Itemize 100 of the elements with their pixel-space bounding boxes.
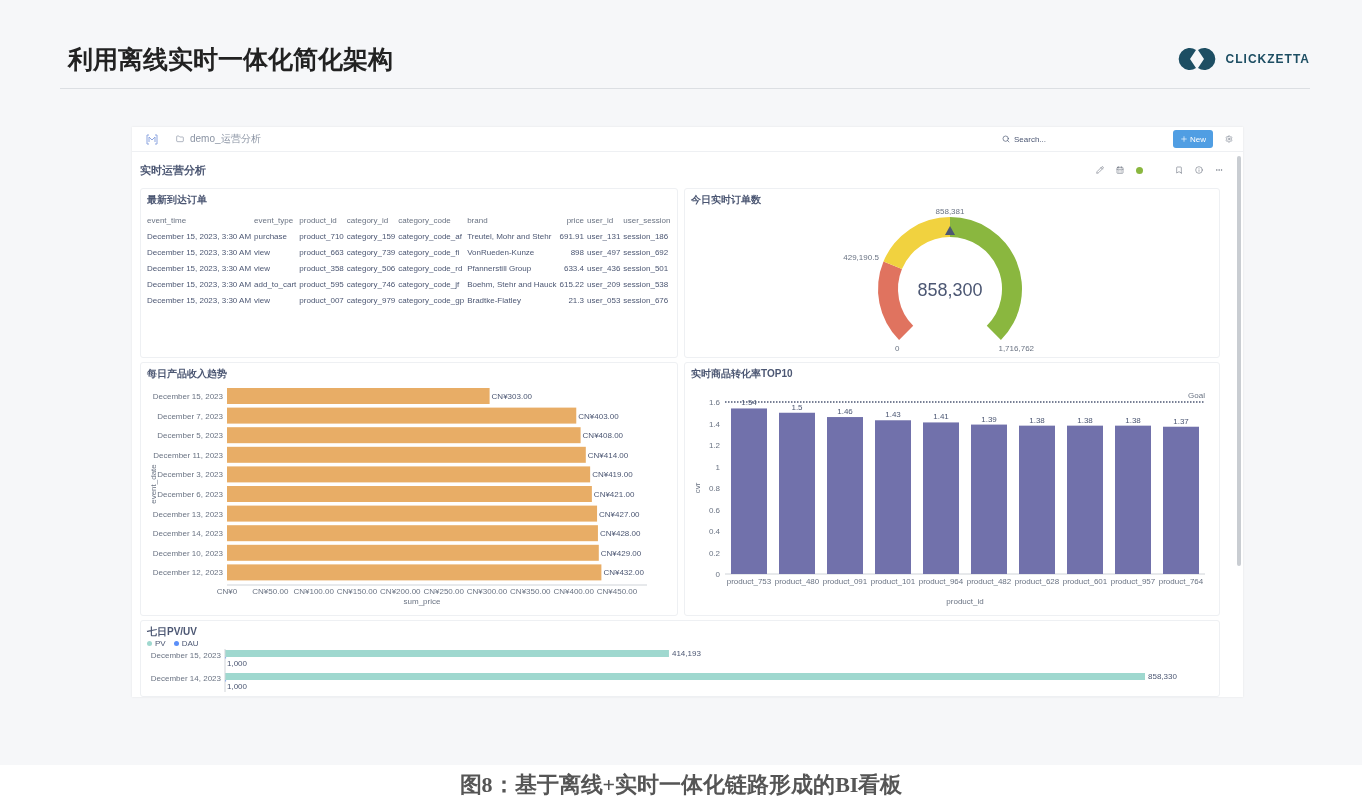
tick-label: 0.2 [708, 548, 720, 558]
tick-label: 1.2 [708, 441, 720, 450]
value-label: 1.5 [791, 402, 803, 412]
legend-label[interactable]: DAU [181, 639, 199, 648]
category-label: December 6, 2023 [157, 490, 223, 499]
table-cell-text: Bradtke-Flatley [467, 294, 522, 307]
tick-label: CN¥350.00 [510, 587, 551, 596]
gauge-tick-label: 1,716,762 [998, 344, 1035, 353]
table-cell: category_code_jf [398, 276, 468, 292]
legend-label[interactable]: PV [155, 639, 166, 648]
gauge-tick-label: 858,381 [935, 207, 965, 216]
column-header[interactable]: event_time [147, 212, 255, 228]
table-cell: Treutel, Mohr and Stehr [467, 228, 560, 244]
bookmark-icon[interactable] [1175, 166, 1183, 174]
tick-label: 1.6 [708, 398, 720, 407]
info-icon[interactable] [1195, 166, 1203, 174]
value-label: 1.39 [981, 414, 997, 424]
table-cell: 21.3 [559, 292, 587, 308]
column-header[interactable]: event_type [254, 212, 300, 228]
column-header[interactable]: price [559, 212, 587, 228]
table-cell: category_code_gp [398, 292, 468, 308]
category-label: product_753 [726, 577, 772, 586]
table-cell: user_436 [587, 260, 624, 276]
value-label: 1.38 [1125, 415, 1141, 425]
column-header[interactable]: brand [467, 212, 560, 228]
value-label: CN¥421.00 [593, 490, 635, 499]
calendar-icon[interactable] [1116, 166, 1124, 174]
value-label: 858,330 [1148, 672, 1177, 681]
column-header[interactable]: category_id [346, 212, 399, 228]
search-field[interactable]: Search... [1014, 134, 1154, 144]
value-label: 1,000 [227, 682, 248, 691]
value-label: 1.38 [1077, 415, 1093, 425]
goal-label: Goal [1188, 391, 1205, 400]
table-cell: product_663 [299, 244, 347, 260]
card-title: 七日PV/UV [147, 625, 198, 639]
table-cell: 691.91 [559, 228, 587, 244]
category-label: December 14, 2023 [150, 674, 221, 683]
column-header[interactable]: user_session [623, 212, 674, 228]
breadcrumb-link[interactable]: demo_运营分析 [190, 132, 261, 146]
tick-label: CN¥0 [216, 587, 238, 596]
value-label: 1,000 [227, 659, 248, 668]
tick-label: CN¥200.00 [380, 587, 421, 596]
table-cell: Boehm, Stehr and Hauck [467, 276, 560, 292]
table-cell: 898 [559, 244, 587, 260]
table-cell: category_979 [346, 292, 399, 308]
category-label: December 7, 2023 [157, 411, 223, 421]
new-button[interactable]: New [1173, 130, 1213, 148]
gauge-value: 858,300 [917, 280, 983, 300]
gauge-tick-label: 0 [895, 344, 900, 353]
table-cell-text: Pfannerstill Group [467, 262, 533, 275]
table-cell: product_358 [299, 260, 347, 276]
column-header[interactable]: user_id [587, 212, 624, 228]
search-icon [1002, 135, 1010, 143]
table-cell: December 15, 2023, 3:30 AM [147, 292, 255, 308]
category-label: December 5, 2023 [157, 431, 223, 441]
category-label: product_628 [1014, 577, 1060, 586]
category-label: December 12, 2023 [152, 568, 223, 578]
tick-label: 0.4 [708, 527, 720, 536]
column-header[interactable]: category_code [398, 212, 468, 228]
tick-label: CN¥300.00 [466, 587, 508, 596]
pencil-icon[interactable] [1096, 166, 1104, 174]
table-cell: December 15, 2023, 3:30 AM [147, 244, 255, 260]
column-header[interactable]: product_id [299, 212, 347, 228]
table-cell: product_595 [299, 276, 347, 292]
tick-label: CN¥250.00 [423, 587, 464, 596]
tick-label: 1.4 [708, 419, 720, 429]
category-label: December 10, 2023 [152, 548, 223, 558]
table-cell: category_506 [346, 260, 399, 276]
settings-icon[interactable] [1225, 135, 1233, 143]
value-label: 1.43 [885, 410, 901, 420]
table-cell: user_053 [587, 292, 624, 308]
more-icon[interactable] [1215, 166, 1223, 174]
tick-label: CN¥50.00 [252, 587, 289, 596]
tick-label: 0.8 [708, 484, 720, 493]
figure-caption: 图8：基于离线+实时一体化链路形成的BI看板 [458, 770, 904, 799]
category-label: December 13, 2023 [152, 509, 223, 519]
category-label: December 11, 2023 [153, 450, 223, 460]
table-cell: 633.4 [559, 260, 587, 276]
status-dot-icon[interactable] [1136, 166, 1143, 174]
scrollbar[interactable] [1237, 156, 1241, 566]
gauge-tick-label: 429,190.5 [843, 252, 879, 262]
category-label: product_964 [918, 577, 964, 586]
value-label: 414,193 [671, 649, 701, 658]
table-cell: user_209 [587, 276, 624, 292]
category-label: product_091 [822, 577, 868, 586]
table-cell: December 15, 2023, 3:30 AM [147, 276, 255, 292]
table-cell: user_131 [587, 228, 624, 244]
folder-icon [176, 135, 184, 143]
table-cell: category_code_rd [398, 260, 468, 276]
table-cell: view [254, 292, 300, 308]
app-logo-icon[interactable] [146, 133, 158, 145]
category-label: product_482 [966, 577, 1012, 586]
table-cell-text: VonRueden-Kunze [467, 246, 536, 259]
tick-label: CN¥400.00 [553, 587, 594, 596]
axis-label: sum_price [403, 597, 441, 606]
table-cell: category_159 [346, 228, 399, 244]
value-label: CN¥419.00 [592, 470, 633, 480]
category-label: product_957 [1110, 577, 1156, 586]
table-cell: December 15, 2023, 3:30 AM [147, 260, 255, 276]
table-cell: December 15, 2023, 3:30 AM [147, 228, 255, 244]
